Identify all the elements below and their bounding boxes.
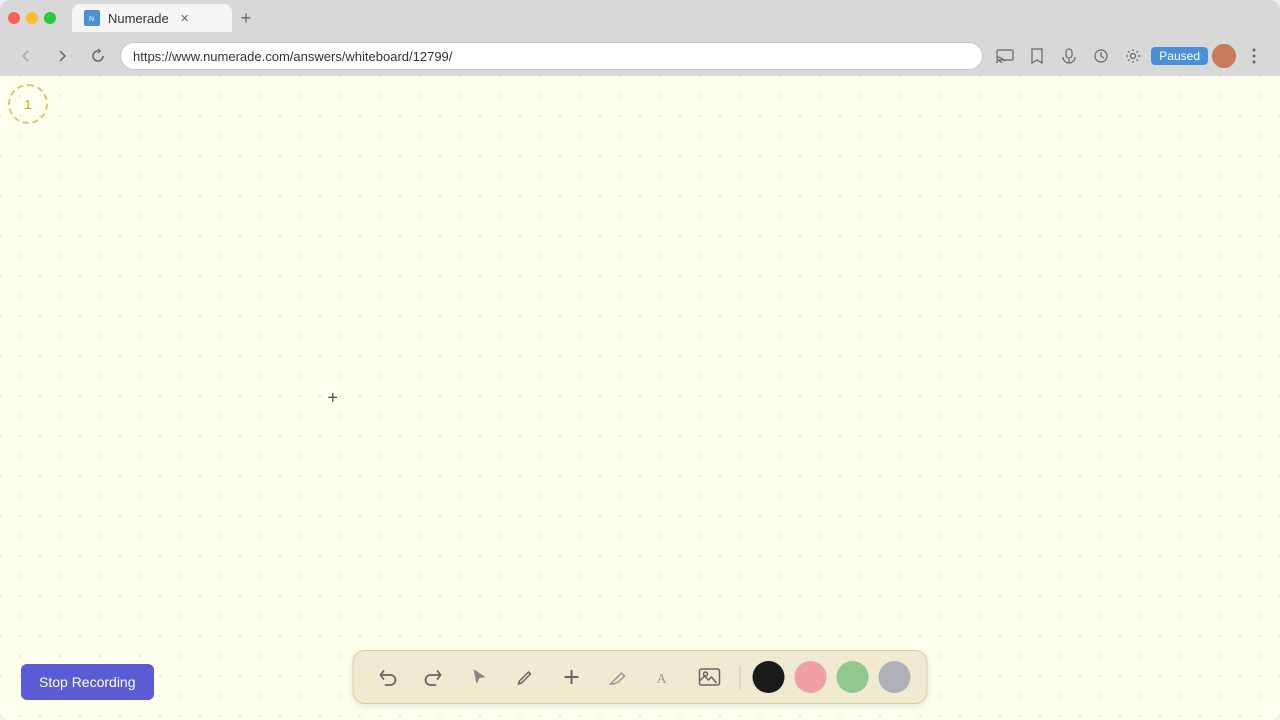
browser-frame: N Numerade ✕ + https://www.numerade.com/… [0, 0, 1280, 720]
svg-text:A: A [657, 672, 668, 687]
page-number: 1 [8, 84, 48, 124]
refresh-button[interactable] [84, 42, 112, 70]
paused-label: Paused [1159, 49, 1200, 63]
url-bar[interactable]: https://www.numerade.com/answers/whitebo… [120, 42, 983, 70]
title-bar: N Numerade ✕ + [0, 0, 1280, 36]
redo-button[interactable] [416, 659, 452, 695]
drawing-toolbar: A [353, 650, 928, 704]
tab-label: Numerade [108, 11, 169, 26]
add-shape-button[interactable] [554, 659, 590, 695]
tab-close-button[interactable]: ✕ [177, 10, 193, 26]
text-tool-button[interactable]: A [646, 659, 682, 695]
whiteboard-area[interactable]: 1 + Stop Recording [0, 76, 1280, 720]
extensions-button[interactable] [1087, 42, 1115, 70]
color-green[interactable] [837, 661, 869, 693]
bottom-area: Stop Recording [0, 640, 1280, 720]
paused-badge[interactable]: Paused [1151, 47, 1208, 65]
back-button[interactable] [12, 42, 40, 70]
settings-button[interactable] [1119, 42, 1147, 70]
stop-recording-button[interactable]: Stop Recording [21, 664, 154, 700]
maximize-button[interactable] [44, 12, 56, 24]
tabs-area: N Numerade ✕ + [64, 4, 1272, 32]
active-tab[interactable]: N Numerade ✕ [72, 4, 232, 32]
toolbar-divider [740, 665, 741, 689]
bookmark-button[interactable] [1023, 42, 1051, 70]
minimize-button[interactable] [26, 12, 38, 24]
user-avatar[interactable] [1212, 44, 1236, 68]
eraser-tool-button[interactable] [600, 659, 636, 695]
forward-button[interactable] [48, 42, 76, 70]
select-tool-button[interactable] [462, 659, 498, 695]
mic-button[interactable] [1055, 42, 1083, 70]
browser-actions: Paused [991, 42, 1268, 70]
address-bar: https://www.numerade.com/answers/whitebo… [0, 36, 1280, 76]
color-pink[interactable] [795, 661, 827, 693]
new-tab-button[interactable]: + [232, 4, 260, 32]
traffic-lights [8, 12, 56, 24]
color-gray[interactable] [879, 661, 911, 693]
color-black[interactable] [753, 661, 785, 693]
tab-favicon: N [84, 10, 100, 26]
undo-button[interactable] [370, 659, 406, 695]
image-tool-button[interactable] [692, 659, 728, 695]
pen-tool-button[interactable] [508, 659, 544, 695]
svg-text:N: N [89, 16, 94, 23]
cast-button[interactable] [991, 42, 1019, 70]
cursor-crosshair: + [328, 388, 339, 409]
url-text: https://www.numerade.com/answers/whitebo… [133, 49, 452, 64]
menu-button[interactable] [1240, 42, 1268, 70]
close-button[interactable] [8, 12, 20, 24]
